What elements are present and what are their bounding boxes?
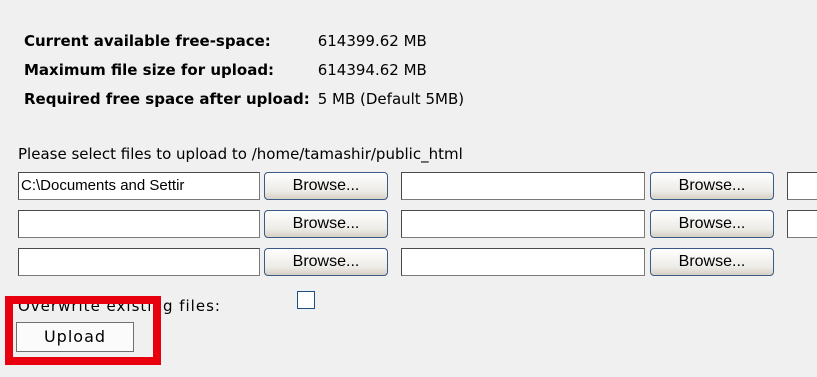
free-space-value: 614399.62 MB bbox=[317, 31, 427, 50]
select-files-title: Please select files to upload to /home/t… bbox=[18, 145, 463, 163]
file-path-input[interactable] bbox=[18, 248, 260, 276]
file-path-input[interactable] bbox=[787, 172, 817, 200]
file-path-input[interactable] bbox=[401, 210, 645, 238]
browse-button[interactable]: Browse... bbox=[650, 172, 774, 200]
free-space-label: Current available free-space: bbox=[24, 31, 271, 50]
overwrite-checkbox[interactable] bbox=[297, 291, 315, 309]
max-size-value: 614394.62 MB bbox=[317, 60, 427, 79]
required-space-value: 5 MB (Default 5MB) bbox=[317, 89, 465, 108]
browse-button[interactable]: Browse... bbox=[264, 172, 388, 200]
space-info-table: Current available free-space: 614399.62 … bbox=[24, 26, 464, 113]
required-space-row: Required free space after upload: 5 MB (… bbox=[24, 84, 464, 113]
max-size-label: Maximum file size for upload: bbox=[24, 60, 275, 79]
file-path-input[interactable] bbox=[787, 210, 817, 238]
file-path-input[interactable] bbox=[18, 210, 260, 238]
upload-button[interactable]: Upload bbox=[16, 322, 134, 352]
max-size-row: Maximum file size for upload: 614394.62 … bbox=[24, 55, 464, 84]
overwrite-label: Overwrite existing files: bbox=[18, 297, 221, 315]
file-path-input[interactable] bbox=[401, 172, 645, 200]
file-path-input[interactable]: C:\Documents and Settir bbox=[18, 172, 260, 200]
file-path-input[interactable] bbox=[401, 248, 645, 276]
free-space-row: Current available free-space: 614399.62 … bbox=[24, 26, 464, 55]
browse-button[interactable]: Browse... bbox=[264, 210, 388, 238]
required-space-label: Required free space after upload: bbox=[24, 89, 310, 108]
browse-button[interactable]: Browse... bbox=[650, 248, 774, 276]
browse-button[interactable]: Browse... bbox=[264, 248, 388, 276]
browse-button[interactable]: Browse... bbox=[650, 210, 774, 238]
overwrite-row: Overwrite existing files: bbox=[18, 291, 315, 315]
file-upload-page: Current available free-space: 614399.62 … bbox=[0, 0, 817, 377]
